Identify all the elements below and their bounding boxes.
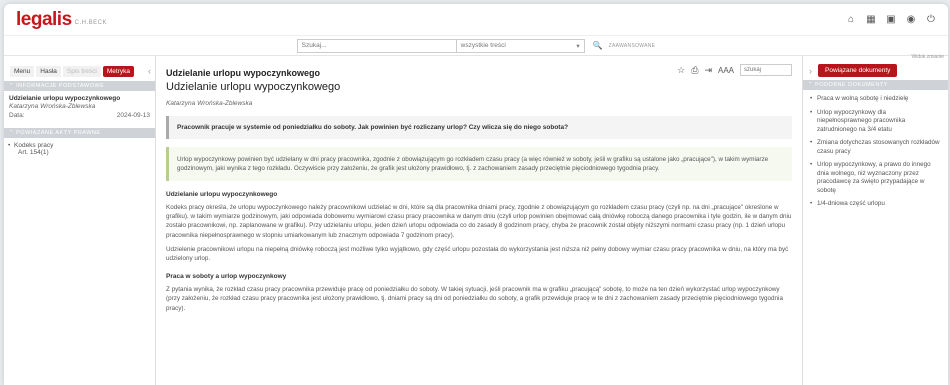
user-icon[interactable]: ◉ [906,14,916,25]
page-subtitle: Udzielanie urlopu wypoczynkowego [166,81,341,93]
home-icon[interactable]: ⌂ [846,14,856,25]
export-icon[interactable]: ⇥ [704,65,712,76]
section-heading: Praca w soboty a urlop wypoczynkowy [166,273,287,281]
similar-doc-link[interactable]: Urlop wypoczynkowy, a prawo do innego dn… [803,156,948,195]
right-panel-top: › Powiązane dokumenty [809,64,944,77]
similar-doc-link[interactable]: Zmiana dotychczas stosowanych rozkładów … [803,134,948,156]
right-panel: Widok zmianie › Powiązane dokumenty ⌃ PO… [802,54,948,385]
question-box: Pracownik pracuje w systemie od poniedzi… [166,116,792,139]
search-scope-select[interactable]: wszystkie treści ▾ [456,38,585,53]
similar-doc-link[interactable]: Urlop wypoczynkowy dla niepełnosprawnego… [803,104,948,135]
article-author: Katarzyna Wrońska-Zblewska [166,100,253,107]
paragraph: Z pytania wynika, że rozkład czasu pracy… [166,286,783,312]
tab-metryka[interactable]: Metryka [102,65,134,77]
section-related-acts-label: POWIĄZANE AKTY PRAWNE [16,130,101,136]
doc-title: Udzielanie urlopu wypoczynkowego [9,95,121,102]
act-link[interactable]: Kodeks pracy [4,138,155,149]
doc-author: Katarzyna Wrońska-Zblewska [9,103,96,110]
chevron-down-icon: ▾ [576,42,580,50]
logo-subtitle: C.H.BECK [74,19,107,26]
doc-search-input[interactable] [740,64,792,76]
tab-hasla[interactable]: Hasła [36,65,61,77]
date-value: 2024-09-13 [116,112,150,119]
collapse-right-icon[interactable]: › [809,66,812,76]
answer-box: Urlop wypoczynkowy powinien być udzielan… [166,147,792,181]
tab-spis-tresci[interactable]: Spis treści [62,65,101,77]
similar-doc-link[interactable]: Praca w wolną sobotę i niedzielę [803,90,948,104]
left-tabs: Menu Hasła Spis treści Metryka ‹ [10,64,151,78]
act-article-link[interactable]: Art. 154(1) [4,149,155,156]
related-documents-button[interactable]: Powiązane dokumenty [818,64,898,77]
calendar-icon[interactable]: ▦ [866,14,876,25]
paragraph: Kodeks pracy określa, że urlopu wypoczyn… [166,204,792,239]
star-icon[interactable]: ☆ [677,65,685,76]
top-bar: legalis C.H.BECK ⌂ ▦ ▣ ◉ ⏻ [4,4,948,36]
left-panel: Menu Hasła Spis treści Metryka ‹ ⌃ INFOR… [4,56,156,385]
section-basic-info-label: INFORMACJE PODSTAWOWE [16,83,105,89]
section-similar-docs[interactable]: ⌃ PODOBNE DOKUMENTY [803,80,948,90]
power-icon[interactable]: ⏻ [926,14,936,25]
print-icon[interactable]: ⎙ [691,65,698,76]
section-related-acts[interactable]: ⌃ POWIĄZANE AKTY PRAWNE [4,128,155,138]
advanced-search-link[interactable]: ZAAWANSOWANE [609,43,656,49]
top-icons: ⌂ ▦ ▣ ◉ ⏻ [846,14,936,25]
search-scope-value: wszystkie treści [460,42,506,49]
similar-doc-link[interactable]: 1/4-dniowa część urlopu [803,195,948,209]
logo[interactable]: legalis [16,9,72,31]
doc-toolbar: ☆ ⎙ ⇥ AAA [677,64,792,76]
font-size-control[interactable]: AAA [718,66,734,75]
date-row: Data: 2024-09-13 [4,111,155,125]
collapse-left-icon[interactable]: ‹ [148,66,151,76]
tab-menu[interactable]: Menu [10,65,35,77]
view-note: Widok zmianie [911,54,944,60]
date-label: Data: [9,112,25,119]
app-window: legalis C.H.BECK ⌂ ▦ ▣ ◉ ⏻ wszystkie tre… [4,4,948,385]
section-similar-docs-label: PODOBNE DOKUMENTY [815,82,888,88]
search-bar: wszystkie treści ▾ 🔍 ZAAWANSOWANE [4,36,948,56]
search-input[interactable] [296,38,457,53]
section-heading: Udzielanie urlopu wypoczynkowego [166,191,278,198]
section-basic-info[interactable]: ⌃ INFORMACJE PODSTAWOWE [4,81,155,91]
content-layout: Menu Hasła Spis treści Metryka ‹ ⌃ INFOR… [4,54,948,385]
search-icon[interactable]: 🔍 [593,41,603,50]
main-content: ☆ ⎙ ⇥ AAA Udzielanie urlopu wypoczynkowe… [156,56,802,385]
briefcase-icon[interactable]: ▣ [886,14,896,25]
paragraph: Udzielenie pracownikowi urlopu na niepeł… [166,245,789,263]
